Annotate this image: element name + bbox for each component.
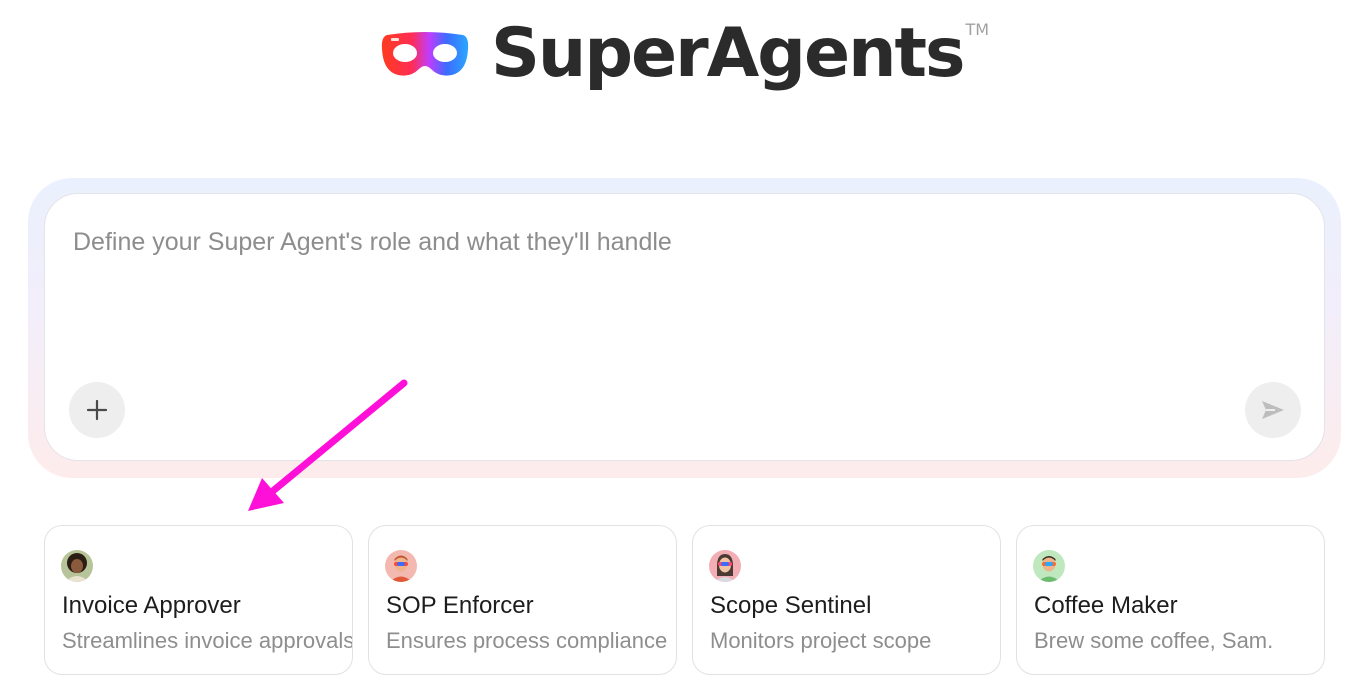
person-avatar-icon — [714, 554, 736, 582]
brand-wordmark: SuperAgents — [490, 14, 966, 93]
add-attachment-button[interactable] — [69, 382, 125, 438]
send-button[interactable] — [1245, 382, 1301, 438]
person-avatar-icon — [65, 553, 89, 582]
plus-icon — [86, 399, 108, 421]
trademark-symbol: TM — [965, 20, 990, 39]
avatar — [1033, 550, 1065, 582]
agent-template-cards: Invoice Approver Streamlines invoice app… — [44, 525, 1326, 675]
card-title: Scope Sentinel — [710, 592, 872, 619]
template-card-sop-enforcer[interactable]: SOP Enforcer Ensures process compliance — [368, 525, 677, 675]
card-description: Ensures process compliance — [386, 628, 668, 653]
template-card-invoice-approver[interactable]: Invoice Approver Streamlines invoice app… — [44, 525, 353, 675]
template-card-scope-sentinel[interactable]: Scope Sentinel Monitors project scope — [692, 525, 1001, 675]
mask-logo-icon — [381, 32, 469, 76]
person-avatar-icon — [1038, 556, 1060, 582]
card-title: Invoice Approver — [62, 592, 241, 619]
card-description: Streamlines invoice approvals — [62, 628, 353, 653]
person-avatar-icon — [390, 555, 412, 582]
avatar — [709, 550, 741, 582]
agent-role-input[interactable] — [73, 222, 1273, 262]
brand-lockup: SuperAgents TM — [381, 14, 989, 94]
card-title: Coffee Maker — [1034, 592, 1178, 619]
avatar — [61, 550, 93, 582]
send-icon — [1262, 401, 1284, 419]
card-description: Brew some coffee, Sam. — [1034, 628, 1274, 653]
superagents-home: SuperAgents TM Define your Super Agent's… — [0, 0, 1362, 698]
card-description: Monitors project scope — [710, 628, 932, 653]
brand-header: SuperAgents TM — [0, 14, 1362, 94]
agent-prompt-composer — [44, 193, 1325, 461]
card-title: SOP Enforcer — [386, 592, 534, 619]
template-card-coffee-maker[interactable]: Coffee Maker Brew some coffee, Sam. — [1016, 525, 1325, 675]
avatar — [385, 550, 417, 582]
